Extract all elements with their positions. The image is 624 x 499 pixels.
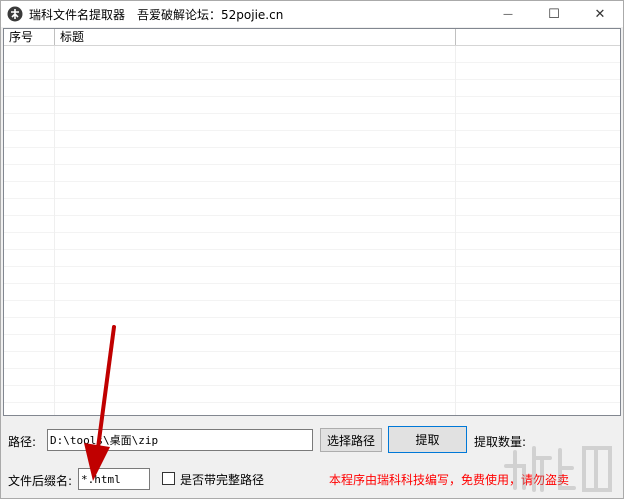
forum-text: 吾爱破解论坛：52pojie.cn	[137, 8, 284, 22]
suffix-label: 文件后缀名:	[8, 474, 73, 488]
close-icon: ✕	[594, 6, 606, 22]
close-button[interactable]: ✕	[577, 1, 623, 27]
minimize-button[interactable]: —	[485, 1, 531, 27]
minimize-icon: —	[503, 8, 513, 20]
title-bar[interactable]: 瑞科文件名提取器 吾爱破解论坛：52pojie.cn — ☐ ✕	[1, 1, 623, 27]
path-label: 路径:	[8, 435, 37, 449]
window-title: 瑞科文件名提取器 吾爱破解论坛：52pojie.cn	[29, 6, 283, 23]
list-header: 序号 标题	[4, 29, 620, 46]
column-header-title[interactable]: 标题	[55, 29, 456, 45]
column-header-extra[interactable]	[456, 29, 620, 45]
watermark-logo-icon	[504, 446, 612, 492]
maximize-icon: ☐	[548, 6, 560, 22]
full-path-checkbox-label[interactable]: 是否带完整路径	[180, 471, 264, 488]
extract-button[interactable]: 提取	[388, 426, 467, 453]
choose-path-button[interactable]: 选择路径	[320, 428, 382, 452]
maximize-button[interactable]: ☐	[531, 1, 577, 27]
app-title: 瑞科文件名提取器	[29, 8, 126, 22]
column-header-index[interactable]: 序号	[4, 29, 55, 45]
full-path-checkbox[interactable]	[162, 472, 175, 485]
app-logo-icon	[7, 6, 23, 22]
annotation-arrow-icon	[84, 325, 116, 481]
